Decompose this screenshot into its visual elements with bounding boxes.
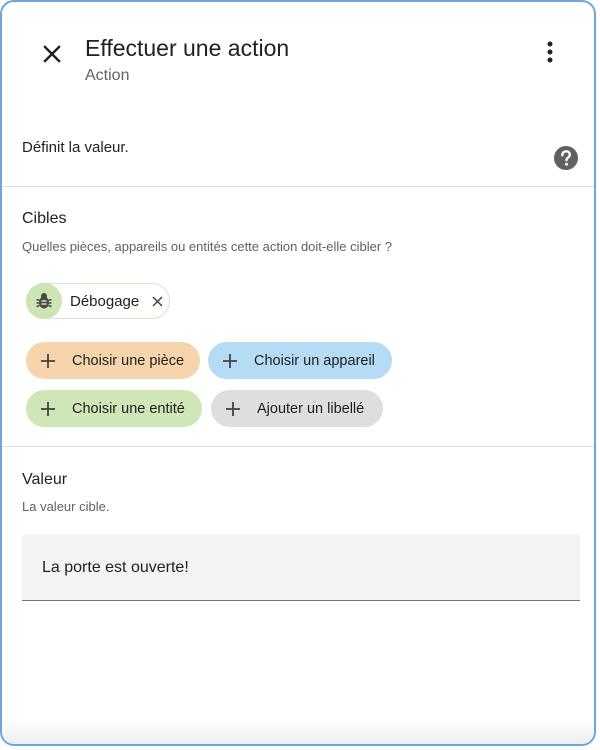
choose-device-label: Choisir un appareil	[254, 352, 375, 369]
help-circle-icon[interactable]	[553, 145, 579, 171]
scroll-fade	[2, 718, 594, 744]
target-chip-debug[interactable]: Débogage	[26, 283, 170, 319]
choose-area-label: Choisir une pièce	[72, 352, 185, 369]
action-dialog: Effectuer une action Action Définit la v…	[0, 0, 596, 746]
section-divider	[2, 446, 594, 447]
close-button[interactable]	[38, 40, 66, 68]
targets-title: Cibles	[22, 210, 67, 227]
section-divider	[2, 186, 594, 187]
value-input[interactable]: La porte est ouverte!	[22, 534, 580, 601]
bug-icon	[26, 283, 62, 319]
plus-icon	[41, 401, 55, 416]
remove-target-button[interactable]	[149, 293, 165, 309]
targets-description: Quelles pièces, appareils ou entités cet…	[22, 239, 392, 254]
value-title: Valeur	[22, 471, 68, 488]
dialog-header: Effectuer une action Action	[2, 2, 594, 102]
value-input-text: La porte est ouverte!	[42, 559, 189, 576]
plus-icon	[226, 401, 240, 416]
plus-icon	[223, 353, 237, 368]
choose-area-button[interactable]: Choisir une pièce	[26, 342, 200, 379]
add-label-button[interactable]: Ajouter un libellé	[211, 390, 383, 427]
action-description: Définit la valeur.	[22, 139, 129, 156]
close-small-icon	[152, 295, 163, 307]
dialog-title: Effectuer une action	[85, 35, 290, 61]
choose-entity-label: Choisir une entité	[72, 400, 185, 417]
add-label-label: Ajouter un libellé	[257, 400, 365, 417]
plus-icon	[41, 353, 55, 368]
dialog-subtitle: Action	[85, 67, 130, 84]
more-vert-icon	[547, 41, 553, 63]
close-icon	[43, 45, 61, 63]
choose-entity-button[interactable]: Choisir une entité	[26, 390, 202, 427]
value-description: La valeur cible.	[22, 499, 110, 514]
more-options-button[interactable]	[536, 38, 564, 66]
target-chip-label: Débogage	[70, 292, 140, 310]
choose-device-button[interactable]: Choisir un appareil	[208, 342, 392, 379]
